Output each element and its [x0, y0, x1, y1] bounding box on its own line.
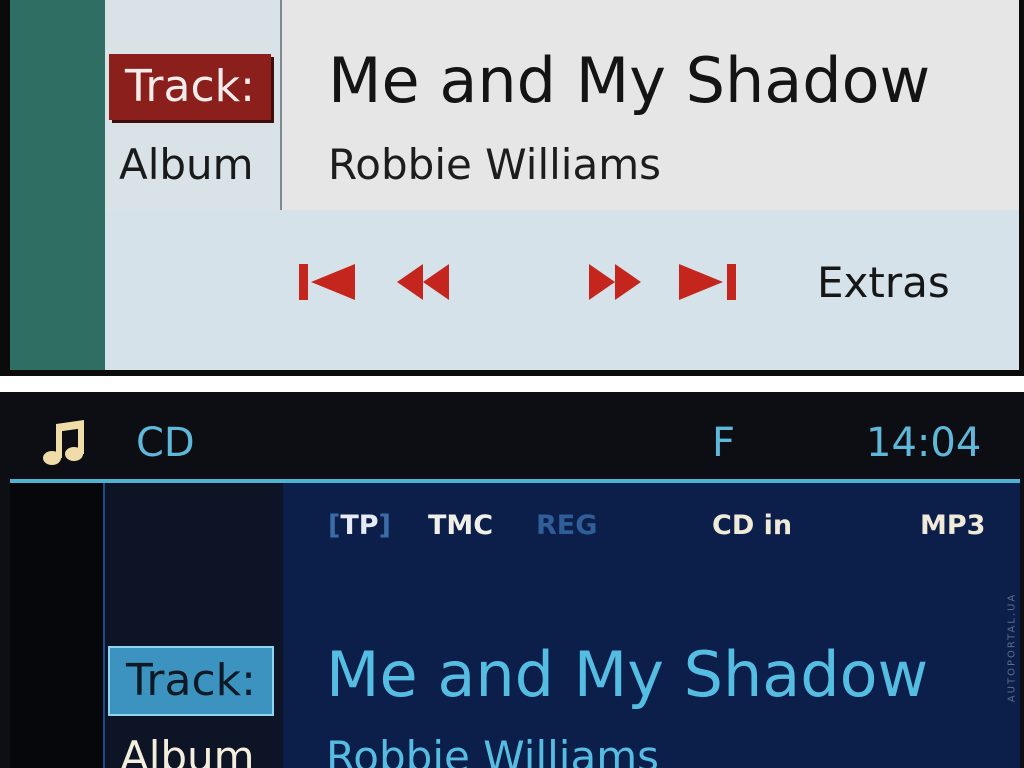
display-bezel-stripe	[10, 0, 105, 370]
album-label[interactable]: Album	[119, 140, 254, 189]
playback-controls: Extras	[105, 210, 1019, 370]
watermark: AUTOPORTAL.UA	[1002, 592, 1022, 712]
artist-name: Robbie Williams	[326, 732, 659, 768]
reg-indicator: REG	[536, 510, 598, 541]
tp-bracket-open: [	[328, 510, 341, 541]
source-label: CD	[136, 420, 195, 466]
skip-forward-icon[interactable]	[677, 262, 739, 302]
day-label-column: Track: Album	[105, 0, 282, 210]
day-now-playing-panel: Me and My Shadow Robbie Williams	[282, 0, 1019, 210]
night-now-playing-panel	[283, 483, 1020, 768]
cd-in-indicator: CD in	[712, 510, 793, 541]
night-mode-display: CD F 14:04 [TP] TMC REG CD in MP3 Track:…	[0, 392, 1024, 768]
track-title: Me and My Shadow	[328, 44, 931, 117]
night-label-column	[103, 483, 285, 768]
tmc-indicator: TMC	[428, 510, 494, 541]
artist-name: Robbie Williams	[328, 140, 661, 189]
rewind-icon[interactable]	[395, 262, 451, 302]
track-label-button[interactable]: Track:	[109, 54, 271, 120]
music-note-icon	[40, 418, 90, 468]
watermark-text: AUTOPORTAL.UA	[1006, 592, 1018, 703]
day-mode-display: Track: Album Me and My Shadow Robbie Wil…	[0, 0, 1024, 376]
skip-back-icon[interactable]	[297, 262, 359, 302]
extras-button[interactable]: Extras	[817, 258, 950, 307]
album-label[interactable]: Album	[120, 732, 255, 768]
tp-bracket-close: ]	[378, 510, 391, 541]
tp-indicator: [TP]	[328, 510, 391, 541]
format-indicator: MP3	[920, 510, 986, 541]
image-divider	[0, 376, 1024, 392]
clock: 14:04	[866, 420, 982, 466]
display-bezel	[10, 483, 103, 768]
tp-text: TP	[340, 510, 379, 541]
track-label-button[interactable]: Track:	[108, 646, 274, 716]
day-screen: Track: Album Me and My Shadow Robbie Wil…	[105, 0, 1019, 370]
fm-indicator: F	[712, 420, 736, 466]
status-bar: CD F 14:04	[0, 392, 1024, 480]
fast-forward-icon[interactable]	[587, 262, 643, 302]
track-title: Me and My Shadow	[326, 638, 929, 711]
